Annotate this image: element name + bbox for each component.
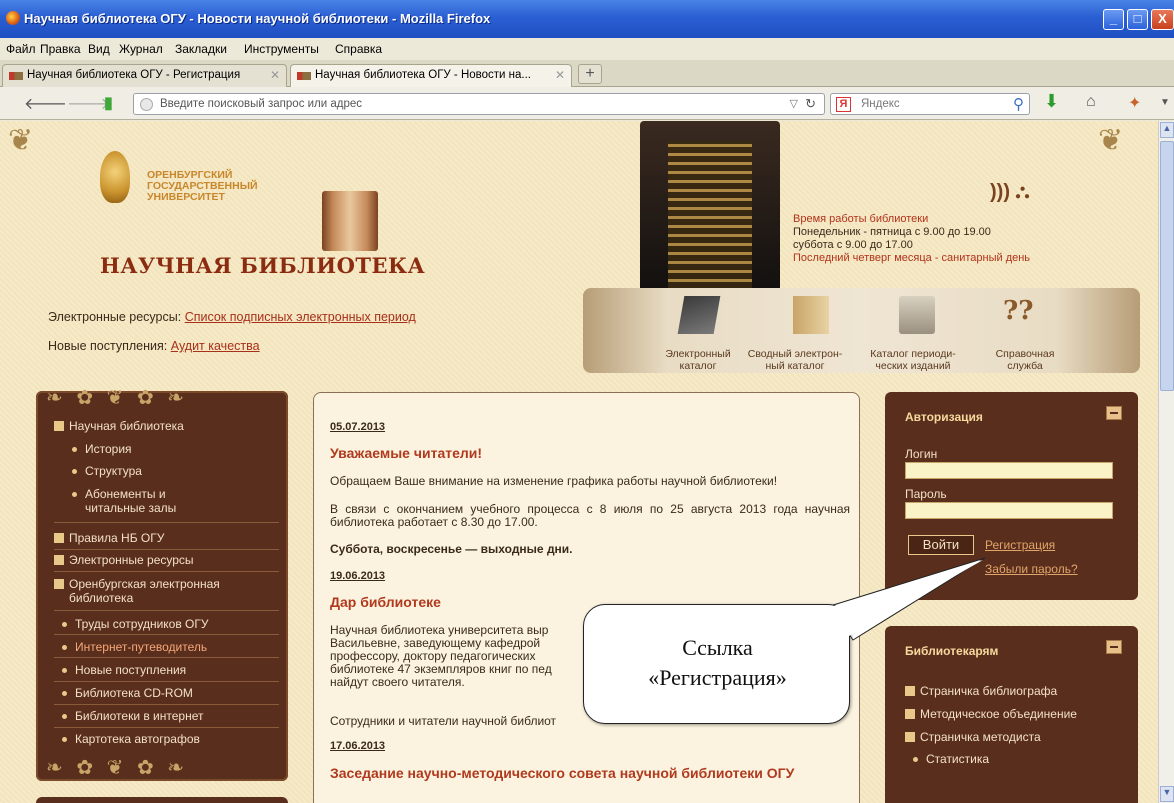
scroll-thumb[interactable]: [1160, 141, 1174, 391]
callout-line1: Ссылка: [682, 635, 753, 660]
registration-callout: Ссылка «Регистрация»: [583, 604, 850, 724]
callout-line2: «Регистрация»: [648, 665, 787, 690]
scroll-up-icon[interactable]: ▲: [1160, 122, 1174, 138]
scroll-down-icon[interactable]: ▼: [1160, 786, 1174, 802]
vertical-scrollbar[interactable]: ▲ ▼: [1158, 121, 1174, 803]
